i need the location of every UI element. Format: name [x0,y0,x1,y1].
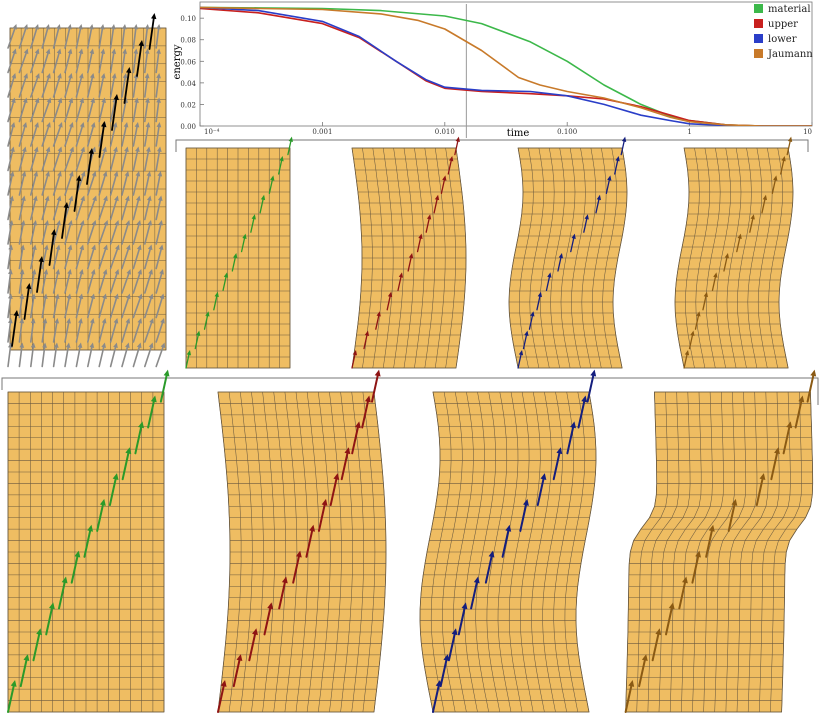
small-deformation-panels [185,136,794,369]
director-arrow-head [288,136,293,142]
field-arrow-head [156,24,161,30]
y-tick-label: 0.02 [180,101,196,109]
y-tick-label: 0.10 [180,15,196,23]
legend-swatch [754,34,763,43]
large-panel-upper [217,369,387,713]
field-arrow-highlight-head [151,13,157,20]
legend-swatch [754,19,763,28]
director-arrow-head [621,136,627,142]
y-tick-label: 0.00 [180,123,196,131]
director-arrow-head [590,369,597,377]
small-panel-upper [351,136,467,369]
field-arrow-head [144,24,150,30]
series-line-material [200,6,812,126]
plot-frame [199,1,813,127]
field-arrow-head [110,24,116,30]
series-lines [200,6,812,126]
x-tick-label: 1 [687,128,691,136]
y-tick-label: 0.04 [180,80,196,88]
x-tick-label: 10 [803,128,812,136]
director-arrow-head [374,369,381,377]
figure: 0.000.020.040.060.080.10 10⁻⁴ 0.001 0.010 0… [1,1,819,713]
energy-chart: 0.000.020.040.060.080.10 10⁻⁴ 0.001 0.010 0… [172,1,813,139]
small-panel-lower [508,136,628,369]
legend: material upper lower Jaumann [754,4,813,60]
large-deformation-panels [7,369,817,713]
x-tick-label: 0.010 [435,128,455,136]
field-arrow [29,346,34,368]
x-tick-label: 10⁻⁴ [204,128,220,136]
series-line-jaumann [200,6,812,126]
field-arrow-head [99,24,105,30]
director-arrow-head [787,136,793,142]
left-vector-field-panel [7,13,167,368]
field-arrow-head [89,24,94,30]
director-arrow-head [455,136,460,142]
small-panel-material [185,136,293,369]
large-panel-jaumann [624,369,817,713]
field-arrow [41,346,46,368]
series-line-upper [200,7,812,126]
large-panel-material [7,369,170,713]
field-arrow-head [133,24,139,30]
legend-label: lower [768,34,797,45]
large-panel-lower [419,369,597,713]
series-line-lower [200,6,812,126]
field-arrow [7,346,12,368]
legend-label: Jaumann [767,49,813,60]
field-arrow-head [121,24,127,30]
x-tick-label: 0.100 [557,128,577,136]
legend-swatch [754,49,763,58]
x-tick-label: 0.001 [312,128,332,136]
legend-label: upper [768,19,798,30]
y-tick-label: 0.08 [180,37,196,45]
small-panel-jaumann [674,136,794,369]
x-axis-label: time [507,128,530,139]
legend-label: material [768,4,811,15]
legend-swatch [754,4,763,13]
y-axis-label: energy [172,44,183,79]
field-arrow [18,346,23,368]
director-arrow-head [163,369,170,377]
field-arrow [52,346,58,368]
director-arrow-head [810,369,817,377]
y-axis-ticks: 0.000.020.040.060.080.10 [180,15,204,131]
